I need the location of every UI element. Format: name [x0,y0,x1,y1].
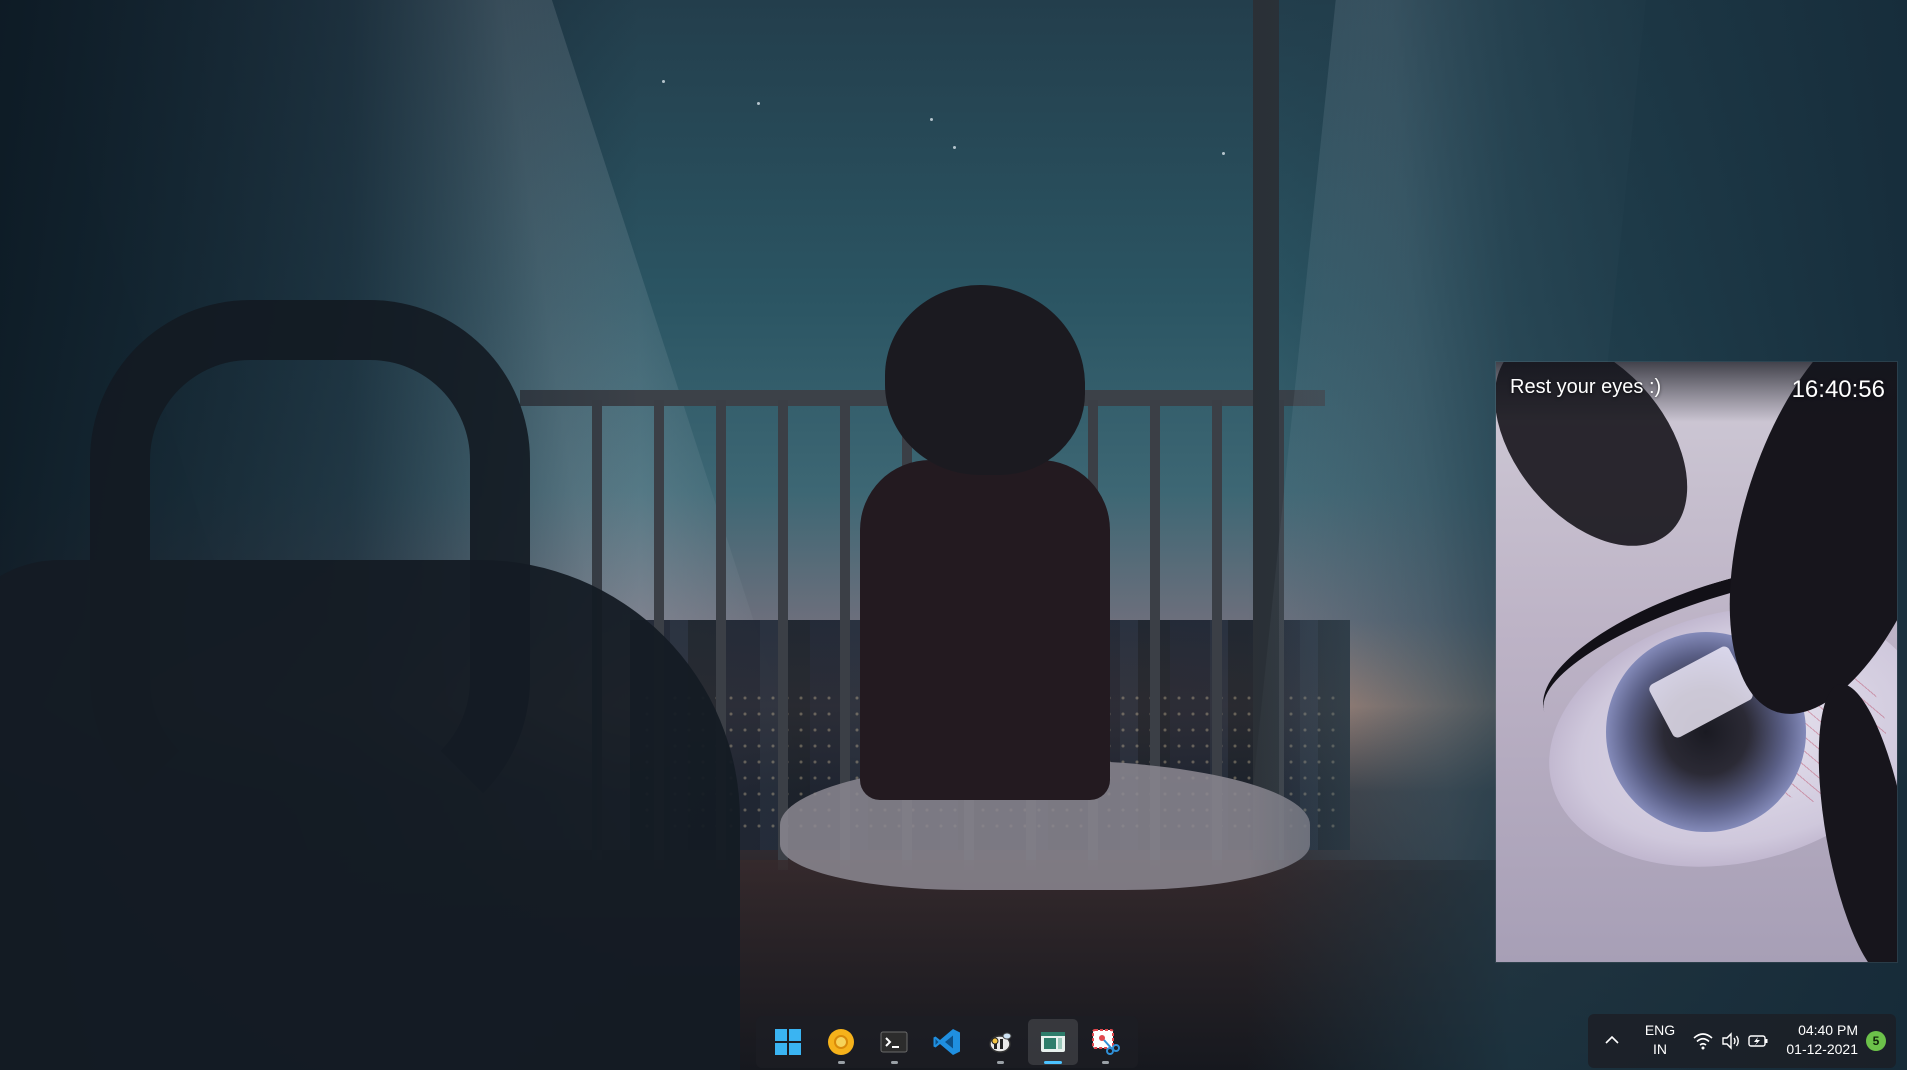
running-indicator [996,1061,1004,1064]
wallpaper-bag [0,560,740,1070]
show-hidden-icons-button[interactable] [1600,1028,1624,1052]
wallpaper-figure-body [860,460,1110,800]
wifi-button[interactable] [1692,1030,1714,1052]
app-window-icon [1040,1032,1065,1052]
start-button[interactable] [763,1019,813,1065]
running-indicator [1102,1061,1110,1064]
wallpaper-star [757,102,760,105]
clock-button[interactable]: 04:40 PM 01-12-2021 [1770,1021,1858,1059]
input-language-button[interactable]: ENG IN [1638,1021,1682,1059]
system-tray: ENG IN 04:40 PM 01-12-2021 5 [1588,1014,1896,1068]
taskbar-app-vscode[interactable] [922,1019,972,1065]
snipping-tool-icon [1092,1029,1121,1055]
language-code: ENG [1644,1022,1676,1038]
wallpaper-figure-head [885,285,1085,475]
taskbar-app-bee[interactable] [975,1019,1025,1065]
volume-icon [1722,1032,1739,1050]
battery-button[interactable] [1747,1030,1769,1052]
bee-icon [989,1032,1012,1053]
wallpaper-star [930,118,933,121]
tray-date: 01-12-2021 [1786,1041,1858,1057]
language-region: IN [1653,1041,1667,1057]
wallpaper-star [1222,152,1225,155]
taskbar-app-browser[interactable] [816,1019,866,1065]
battery-charging-icon [1748,1035,1768,1047]
running-indicator [838,1061,846,1064]
tray-time: 04:40 PM [1798,1022,1858,1038]
terminal-icon [880,1031,908,1053]
taskbar-app-break-reminder[interactable] [1027,1019,1078,1065]
active-indicator [1043,1061,1062,1064]
widget-title: Rest your eyes :) [1510,376,1662,398]
running-indicator [891,1061,899,1064]
rest-eyes-widget[interactable]: Rest your eyes :) 16:40:56 [1496,362,1897,962]
taskbar [756,1016,1138,1068]
windows-logo-icon [775,1029,802,1055]
browser-icon [828,1029,855,1055]
chevron-up-icon [1605,1035,1619,1044]
wallpaper-star [953,146,956,149]
volume-button[interactable] [1720,1030,1742,1052]
wifi-icon [1693,1033,1713,1050]
taskbar-app-snipping-tool[interactable] [1080,1019,1130,1065]
wallpaper-star [662,80,665,83]
vscode-icon [933,1029,960,1055]
widget-clock: 16:40:56 [1791,376,1885,403]
notification-badge[interactable]: 5 [1866,1031,1886,1051]
taskbar-app-terminal[interactable] [869,1019,919,1065]
